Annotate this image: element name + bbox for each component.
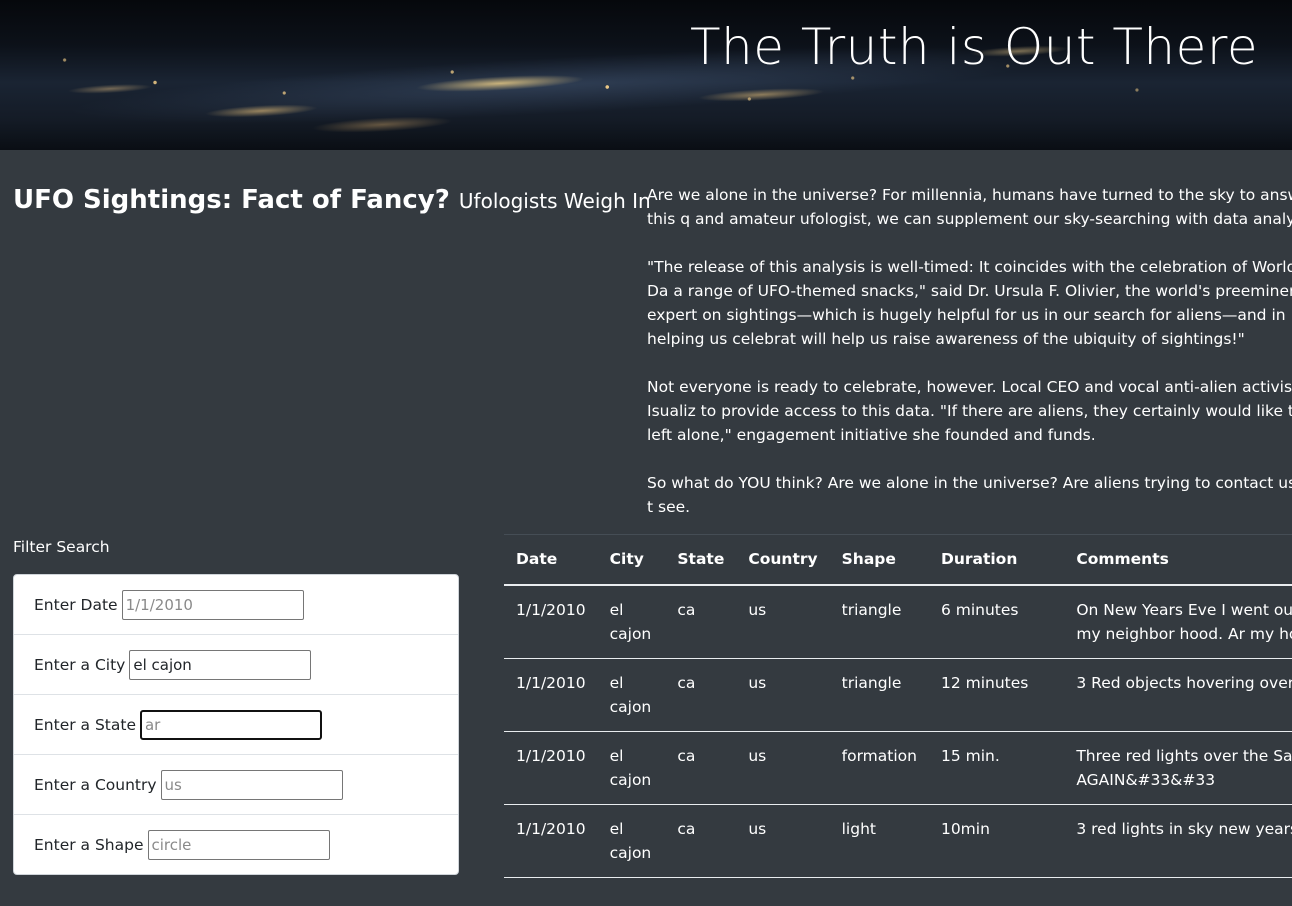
article-paragraph: Are we alone in the universe? For millen… <box>647 186 1292 228</box>
filter-form: Enter Date Enter a City Enter a State En… <box>13 574 459 875</box>
cell-state: ca <box>665 731 737 805</box>
table-row: 1/1/2010 el cajon ca us triangle 12 minu… <box>504 658 1292 732</box>
state-label: Enter a State <box>34 715 136 734</box>
cell-comments: Three red lights over the San Dieg AGAIN… <box>1064 731 1292 805</box>
hero-banner: The Truth is Out There <box>0 0 1292 150</box>
shape-label: Enter a Shape <box>34 836 144 854</box>
date-label: Enter Date <box>34 595 118 614</box>
cell-city: el cajon <box>597 731 666 805</box>
cell-country: us <box>736 658 830 732</box>
shape-input[interactable] <box>147 830 330 860</box>
cell-date: 1/1/2010 <box>504 658 598 732</box>
article-body: Are we alone in the universe? For millen… <box>647 183 1292 543</box>
filter-country-row: Enter a Country <box>14 755 458 815</box>
cell-shape: triangle <box>829 658 929 732</box>
city-label: Enter a City <box>34 655 126 674</box>
filter-date-row: Enter Date <box>14 575 458 635</box>
cell-state: ca <box>665 584 737 659</box>
cell-state: ca <box>665 804 737 878</box>
cell-country: us <box>736 804 830 878</box>
headline-main: UFO Sightings: Fact of Fancy? <box>13 185 450 215</box>
filter-shape-row: Enter a Shape <box>14 815 458 874</box>
column-header-state: State <box>665 534 737 586</box>
table-row: 1/1/2010 el cajon ca us triangle 6 minut… <box>504 584 1292 659</box>
filter-search-title: Filter Search <box>13 538 110 556</box>
column-header-duration: Duration <box>928 534 1065 586</box>
cell-comments: 3 red lights in sky new years 2010 <box>1064 804 1292 878</box>
column-header-comments: Comments <box>1064 534 1292 586</box>
column-header-shape: Shape <box>829 534 929 586</box>
cell-comments: On New Years Eve I went outside t firewo… <box>1064 584 1292 659</box>
cell-duration: 10min <box>928 804 1065 878</box>
cell-duration: 12 minutes <box>928 658 1065 732</box>
cell-date: 1/1/2010 <box>504 731 598 805</box>
cell-shape: formation <box>829 731 929 805</box>
page-title: The Truth is Out There <box>690 18 1259 76</box>
ufo-table-container: Date City State Country Shape Duration C… <box>504 534 1292 906</box>
state-input[interactable] <box>139 709 322 740</box>
date-input[interactable] <box>121 589 304 620</box>
article-headline: UFO Sightings: Fact of Fancy? Ufologists… <box>13 183 651 220</box>
cell-shape: light <box>829 804 929 878</box>
filter-state-row: Enter a State <box>14 695 458 755</box>
cell-duration: 6 minutes <box>928 584 1065 659</box>
cell-country: us <box>736 731 830 805</box>
headline-sub: Ufologists Weigh In <box>458 189 651 213</box>
article-paragraph: "The release of this analysis is well-ti… <box>647 258 1292 348</box>
table-header-row: Date City State Country Shape Duration C… <box>504 534 1292 586</box>
article-paragraph: So what do YOU think? Are we alone in th… <box>647 474 1292 516</box>
cell-country: us <box>736 584 830 659</box>
cell-date: 1/1/2010 <box>504 584 598 659</box>
cell-duration: 15 min. <box>928 731 1065 805</box>
cell-comments: 3 Red objects hovering over El Caj <box>1064 658 1292 732</box>
ufo-sightings-table: Date City State Country Shape Duration C… <box>504 534 1292 878</box>
table-row: 1/1/2010 el cajon ca us light 10min 3 re… <box>504 804 1292 878</box>
country-input[interactable] <box>160 769 343 800</box>
column-header-date: Date <box>504 534 598 586</box>
cell-state: ca <box>665 658 737 732</box>
article-paragraph: Not everyone is ready to celebrate, howe… <box>647 378 1292 444</box>
city-input[interactable] <box>129 649 312 680</box>
country-label: Enter a Country <box>34 775 157 794</box>
table-row: 1/1/2010 el cajon ca us formation 15 min… <box>504 731 1292 805</box>
cell-shape: triangle <box>829 584 929 659</box>
column-header-city: City <box>597 534 666 586</box>
cell-city: el cajon <box>597 804 666 878</box>
cell-city: el cajon <box>597 658 666 732</box>
filter-city-row: Enter a City <box>14 635 458 695</box>
cell-date: 1/1/2010 <box>504 804 598 878</box>
column-header-country: Country <box>736 534 830 586</box>
cell-city: el cajon <box>597 584 666 659</box>
